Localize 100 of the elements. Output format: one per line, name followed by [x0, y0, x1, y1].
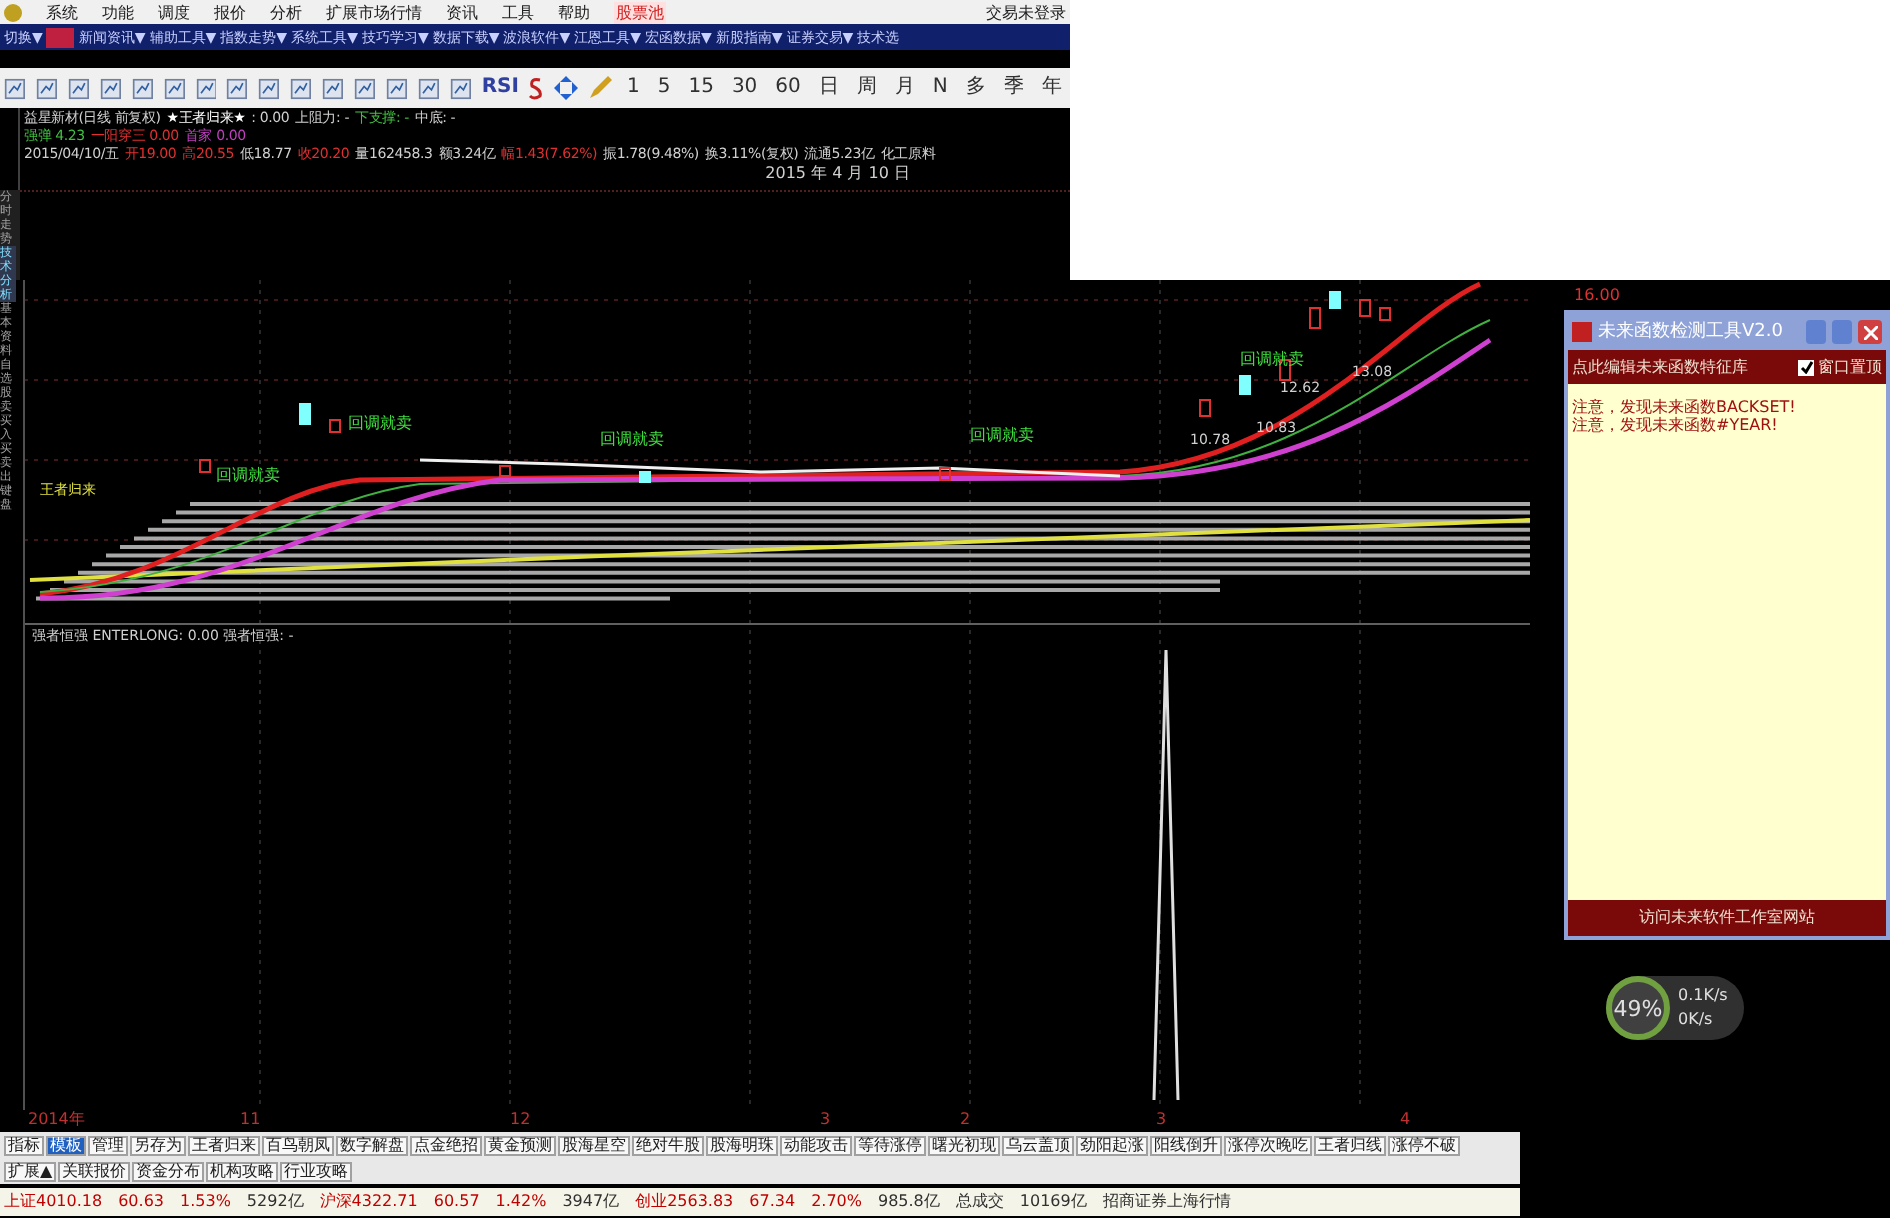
status-text: 沪深4322.71: [319, 1194, 418, 1210]
period-button[interactable]: 30: [727, 78, 762, 98]
app-icon: [1572, 322, 1592, 342]
bottom-tab[interactable]: 涨停次晚吃: [1224, 1135, 1312, 1155]
signal-label: 回调就卖: [970, 426, 1034, 444]
menu-item[interactable]: 股票池: [614, 1, 666, 23]
status-text: 1.53%: [180, 1194, 231, 1210]
period-button[interactable]: 月: [890, 78, 919, 98]
move-icon[interactable]: [554, 76, 579, 100]
app-logo-icon: [4, 3, 22, 21]
status-text: 60.57: [433, 1194, 480, 1210]
status-text: 上证4010.18: [4, 1194, 103, 1210]
menu-item[interactable]: 工具: [502, 1, 534, 23]
menu-item[interactable]: 调度: [158, 1, 190, 23]
period-button[interactable]: 周: [852, 78, 881, 98]
bottom-tab[interactable]: 王者归线: [1314, 1135, 1386, 1155]
date-axis-label: 2: [960, 1112, 971, 1128]
bottom-tab[interactable]: 数字解盘: [336, 1135, 408, 1155]
status-text: 创业2563.83: [635, 1194, 734, 1210]
bottom-tab[interactable]: 扩展▲: [4, 1161, 57, 1181]
period-button[interactable]: 5: [653, 78, 675, 98]
date-axis-label: 3: [1156, 1112, 1167, 1128]
candlestick: [299, 403, 311, 425]
menu-item[interactable]: 资讯: [446, 1, 478, 23]
bottom-tab[interactable]: 指标: [4, 1135, 44, 1155]
upload-speed: 0.1K/s: [1678, 988, 1728, 1004]
dialog-title: 未来函数检测工具V2.0: [1598, 323, 1783, 341]
website-button[interactable]: 访问未来软件工作室网站: [1568, 900, 1886, 936]
bottom-tab[interactable]: 股海明珠: [706, 1135, 778, 1155]
menu-item[interactable]: 系统: [46, 1, 78, 23]
memory-usage-gauge: 49%: [1606, 976, 1670, 1040]
date-axis-label: 4: [1400, 1112, 1411, 1128]
bottom-tab[interactable]: 乌云盖顶: [1002, 1135, 1074, 1155]
period-button[interactable]: 季: [999, 78, 1028, 98]
period-button[interactable]: 多: [961, 78, 990, 98]
status-text: 5292亿: [246, 1194, 304, 1210]
bottom-tab[interactable]: 百鸟朝凤: [262, 1135, 334, 1155]
warning-message: 注意，发现未来函数#YEAR!: [1572, 418, 1780, 434]
status-text: 1.42%: [495, 1194, 547, 1210]
rsi-button[interactable]: RSI: [481, 78, 519, 98]
check-icon: [1799, 360, 1813, 374]
menu-item[interactable]: 功能: [102, 1, 134, 23]
candlestick: [329, 419, 341, 433]
period-button[interactable]: 60: [771, 78, 805, 98]
menu-item[interactable]: 报价: [214, 1, 246, 23]
date-axis-label: 12: [510, 1112, 531, 1128]
edit-library-link[interactable]: 点此编辑未来函数特征库: [1572, 359, 1748, 375]
bottom-tab[interactable]: 王者归来: [188, 1135, 260, 1155]
close-button[interactable]: [1858, 320, 1882, 344]
bottom-tab[interactable]: 行业攻略: [280, 1161, 353, 1181]
candlestick: [1199, 399, 1211, 417]
status-text: 2.70%: [811, 1194, 862, 1210]
period-button[interactable]: N: [928, 78, 952, 98]
close-icon: [1863, 325, 1877, 339]
bottom-tab[interactable]: 机构攻略: [206, 1161, 279, 1181]
status-text: 总成交: [955, 1194, 1004, 1210]
status-text: 985.8亿: [877, 1194, 940, 1210]
pin-checkbox[interactable]: [1798, 359, 1814, 375]
bottom-tab[interactable]: 关联报价: [58, 1161, 131, 1181]
bottom-tab[interactable]: 等待涨停: [854, 1135, 926, 1155]
warning-message: 注意，发现未来函数BACKSET!: [1572, 400, 1798, 416]
status-text: 60.63: [118, 1194, 164, 1210]
period-button[interactable]: 15: [684, 78, 718, 98]
bottom-tab[interactable]: 绝对牛股: [632, 1135, 704, 1155]
period-button[interactable]: 日: [814, 78, 843, 98]
bottom-tab[interactable]: 阳线倒升: [1150, 1135, 1222, 1155]
period-button[interactable]: 年: [1037, 78, 1066, 98]
chart-date: 2015 年 4 月 10 日: [765, 166, 910, 182]
bottom-tab[interactable]: 涨停不破: [1388, 1135, 1460, 1155]
candlestick: [939, 467, 951, 481]
bottom-tab[interactable]: 管理: [88, 1135, 128, 1155]
bottom-tab[interactable]: 股海星空: [558, 1135, 630, 1155]
bottom-tab[interactable]: 曙光初现: [928, 1135, 1000, 1155]
period-button[interactable]: 1: [622, 78, 644, 98]
bottom-tab[interactable]: 动能攻击: [780, 1135, 852, 1155]
bottom-tab[interactable]: 资金分布: [132, 1161, 205, 1181]
login-status[interactable]: 交易未登录: [986, 1, 1066, 23]
status-text: 10169亿: [1019, 1194, 1087, 1210]
signal-label: 回调就卖: [600, 430, 664, 448]
candlestick: [1239, 375, 1251, 395]
menu-item[interactable]: 帮助: [558, 1, 590, 23]
status-text: 招商证券上海行情: [1102, 1194, 1231, 1210]
signal-label: 回调就卖: [216, 466, 280, 484]
bottom-tab[interactable]: 劲阳起涨: [1076, 1135, 1148, 1155]
date-axis-label: 2014年: [28, 1112, 85, 1128]
signal-label: 回调就卖: [348, 414, 412, 432]
menu-item[interactable]: 分析: [270, 1, 302, 23]
bottom-tab[interactable]: 模板: [46, 1135, 86, 1155]
candlestick: [199, 459, 211, 473]
chart-icon[interactable]: [99, 75, 122, 101]
bottom-tab[interactable]: 另存为: [130, 1135, 186, 1155]
candlestick: [499, 465, 511, 477]
menu-item[interactable]: 扩展市场行情: [326, 1, 422, 23]
candlestick: [639, 471, 651, 483]
date-axis-label: 3: [820, 1112, 831, 1128]
bottom-tab[interactable]: 点金绝招: [410, 1135, 482, 1155]
candlestick: [1309, 307, 1321, 329]
line-chart-icon[interactable]: [163, 75, 186, 101]
status-text: 3947亿: [562, 1194, 620, 1210]
bottom-tab[interactable]: 黄金预测: [484, 1135, 556, 1155]
